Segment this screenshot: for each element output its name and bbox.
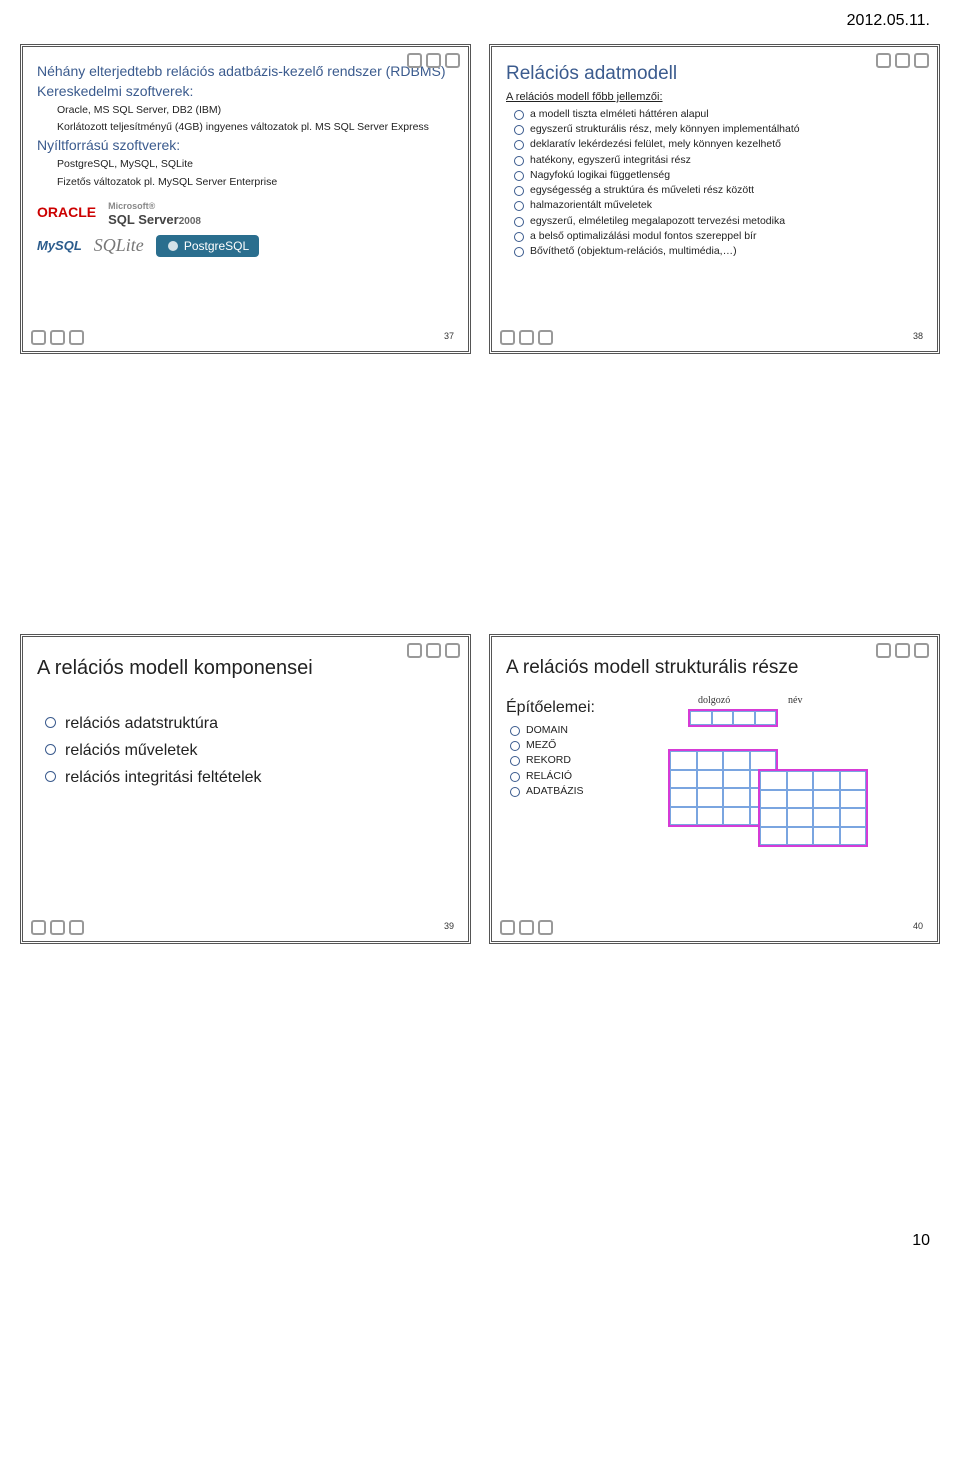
mysql-logo: MySQL — [37, 238, 82, 253]
binding-holes-bottom — [31, 330, 84, 345]
list-item: relációs adatstruktúra — [45, 710, 454, 737]
diagram-label-dolgozo: dolgozó — [698, 695, 730, 706]
page-date: 2012.05.11. — [0, 0, 960, 34]
list-item: REKORD — [510, 753, 656, 768]
binding-holes-bottom — [31, 920, 84, 935]
list-item: a belső optimalizálási modul fontos szer… — [514, 229, 923, 244]
list-item: egyszerű strukturális rész, mely könnyen… — [514, 122, 923, 137]
list-item: Bővíthető (objektum-relációs, multimédia… — [514, 244, 923, 259]
postgres-icon — [166, 239, 180, 253]
list-item: ADATBÁZIS — [510, 784, 656, 799]
list-item: DOMAIN — [510, 723, 656, 738]
list-item: egységesség a struktúra és műveleti rész… — [514, 183, 923, 198]
binding-holes-bottom — [500, 920, 553, 935]
diagram-grid-box — [758, 769, 868, 847]
slide-number: 37 — [444, 331, 454, 341]
list-item: halmazorientált műveletek — [514, 198, 923, 213]
body-text: PostgreSQL, MySQL, SQLite — [57, 157, 454, 171]
slide-number: 39 — [444, 921, 454, 931]
section-title: Kereskedelmi szoftverek: — [37, 83, 454, 99]
list-item: deklaratív lekérdezési felület, mely kön… — [514, 137, 923, 152]
body-text: Korlátozott teljesítményű (4GB) ingyenes… — [57, 120, 454, 134]
list-item: Nagyfokú logikai függetlenség — [514, 168, 923, 183]
binding-holes-top — [876, 53, 929, 68]
list-item: a modell tiszta elméleti háttéren alapul — [514, 107, 923, 122]
sqlserver-logo: Microsoft® SQL Server2008 — [108, 197, 201, 227]
page: Néhány elterjedtebb relációs adatbázis-k… — [0, 34, 960, 944]
binding-holes-top — [407, 53, 460, 68]
list-item: RELÁCIÓ — [510, 769, 656, 784]
page-number: 10 — [0, 1224, 960, 1262]
section-title: Építőelemei: — [506, 699, 656, 717]
slide-row-1: Néhány elterjedtebb relációs adatbázis-k… — [20, 44, 940, 354]
slide-title: A relációs modell strukturális része — [506, 657, 923, 679]
diagram-label-nev: név — [788, 695, 802, 706]
binding-holes-top — [876, 643, 929, 658]
body-text: Fizetős változatok pl. MySQL Server Ente… — [57, 175, 454, 189]
slide-row-2: A relációs modell komponensei relációs a… — [20, 634, 940, 944]
binding-holes-top — [407, 643, 460, 658]
list-item: MEZŐ — [510, 738, 656, 753]
slide-number: 38 — [913, 331, 923, 341]
slide-40: A relációs modell strukturális része Épí… — [489, 634, 940, 944]
bullet-list: a modell tiszta elméleti háttéren alapul… — [514, 107, 923, 259]
bullet-list: relációs adatstruktúra relációs művelete… — [45, 710, 454, 792]
body-text: Oracle, MS SQL Server, DB2 (IBM) — [57, 103, 454, 117]
slide-title: Néhány elterjedtebb relációs adatbázis-k… — [37, 63, 454, 79]
logo-row-2: MySQL SQLite PostgreSQL — [37, 235, 454, 257]
binding-holes-bottom — [500, 330, 553, 345]
postgresql-logo: PostgreSQL — [156, 235, 259, 257]
list-item: egyszerű, elméletileg megalapozott terve… — [514, 214, 923, 229]
slide-subtitle: A relációs modell főbb jellemzői: — [506, 91, 923, 103]
sqlite-logo: SQLite — [94, 235, 144, 256]
slide-number: 40 — [913, 921, 923, 931]
slide-title: Relációs adatmodell — [506, 63, 923, 85]
list-item: hatékony, egyszerű integritási rész — [514, 153, 923, 168]
slide-37: Néhány elterjedtebb relációs adatbázis-k… — [20, 44, 471, 354]
table-diagram: dolgozó név — [668, 699, 868, 849]
slide-38: Relációs adatmodell A relációs modell fő… — [489, 44, 940, 354]
list-item: relációs integritási feltételek — [45, 764, 454, 791]
slide-39: A relációs modell komponensei relációs a… — [20, 634, 471, 944]
oracle-logo: ORACLE — [37, 204, 96, 220]
slide-title: A relációs modell komponensei — [37, 657, 454, 680]
list-item: relációs műveletek — [45, 737, 454, 764]
section-title: Nyíltforrású szoftverek: — [37, 137, 454, 153]
logo-row-1: ORACLE Microsoft® SQL Server2008 — [37, 197, 454, 227]
bullet-list: DOMAIN MEZŐ REKORD RELÁCIÓ ADATBÁZIS — [510, 723, 656, 799]
diagram-header-row — [688, 709, 778, 727]
